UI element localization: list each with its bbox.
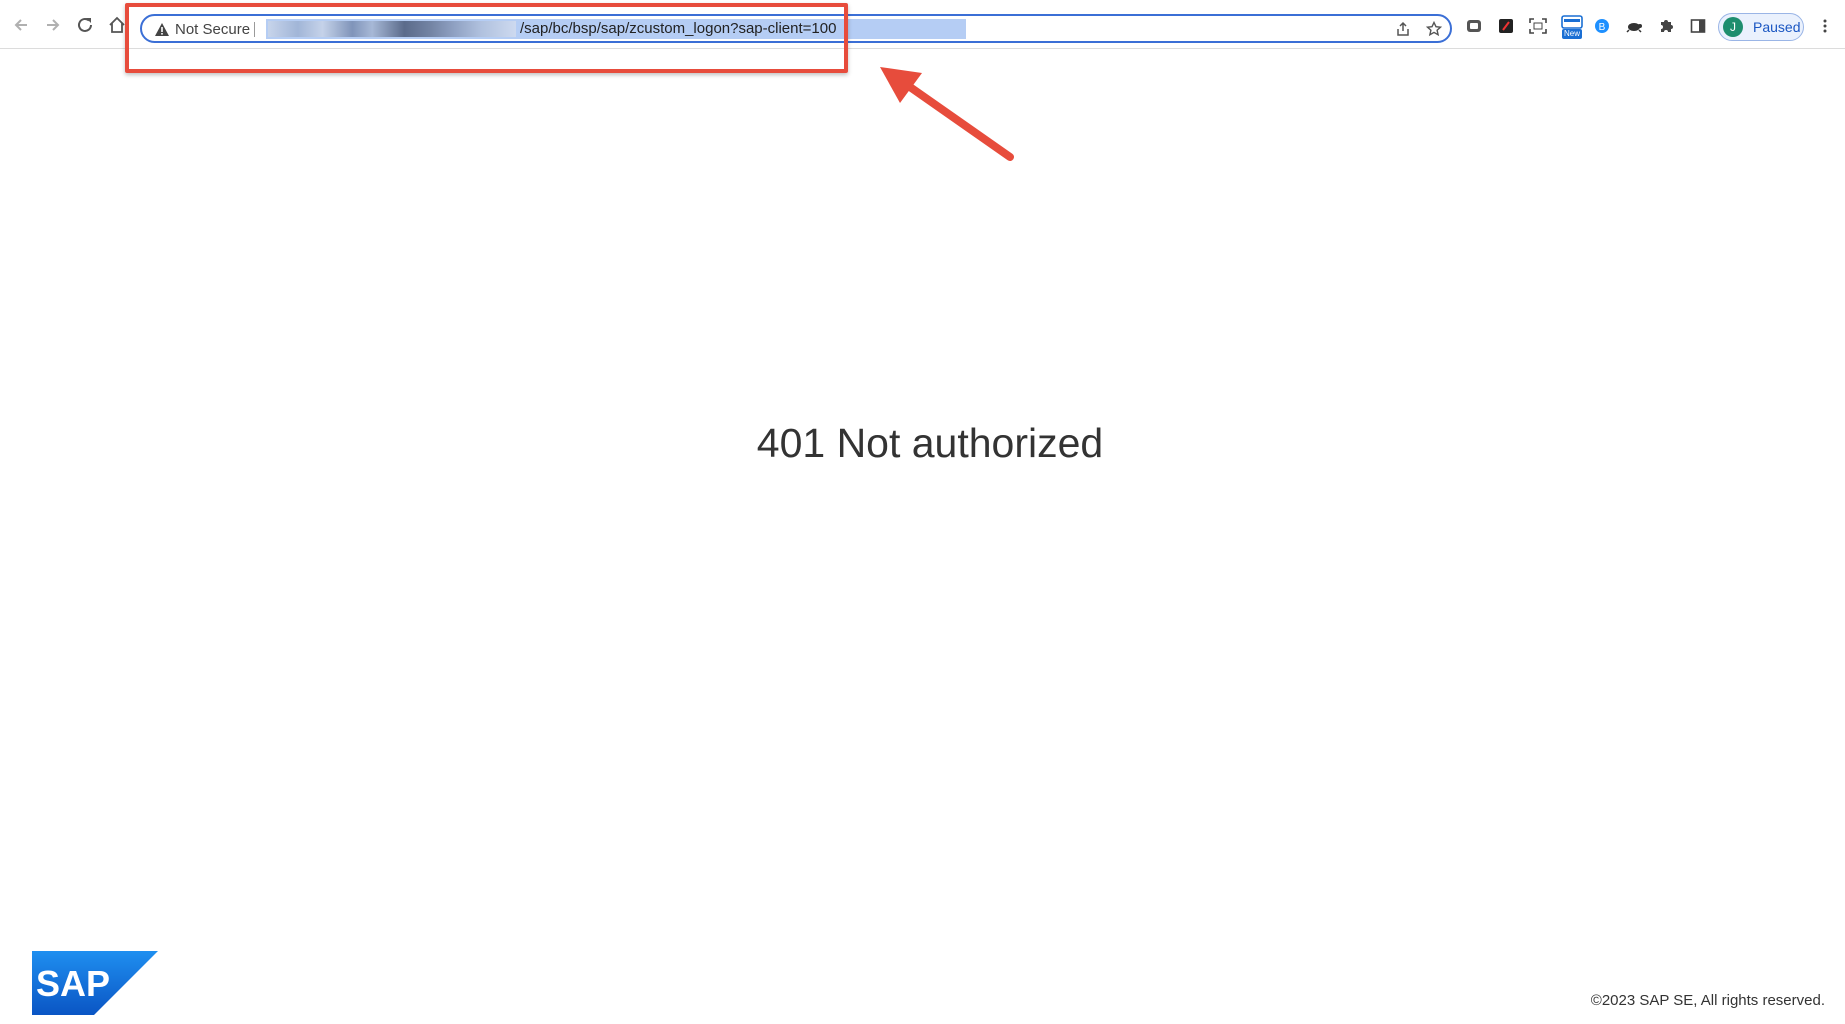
svg-text:B: B [1599,22,1606,33]
screenshot-icon[interactable] [1529,17,1547,35]
sap-logo: SAP [32,951,158,1015]
profile-status: Paused [1753,19,1801,35]
new-badge: New [1561,29,1582,39]
svg-text:SAP: SAP [36,963,110,1004]
bookmark-star-icon[interactable] [1426,21,1442,37]
extension-pocket-icon[interactable] [1465,17,1483,35]
back-button[interactable] [10,14,32,36]
extension-blue-circle-icon[interactable]: B [1593,17,1611,35]
extension-new-badge-icon[interactable]: New [1560,13,1584,41]
avatar: J [1723,17,1743,37]
profile-button[interactable]: J Paused [1718,13,1804,41]
home-icon [109,16,125,33]
side-panel-icon[interactable] [1689,17,1707,35]
forward-arrow-icon [47,19,60,31]
annotation-highlight-box [125,3,848,73]
copyright: ©2023 SAP SE, All rights reserved. [1590,992,1825,1009]
extension-turtle-icon[interactable] [1625,17,1643,35]
kebab-menu-icon[interactable] [1816,17,1834,35]
extension-red-icon[interactable] [1497,17,1515,35]
forward-button[interactable] [42,14,64,36]
back-arrow-icon [14,19,27,31]
puzzle-extensions-icon[interactable] [1657,17,1675,35]
error-message: 401 Not authorized [756,420,1104,466]
reload-button[interactable] [74,14,96,36]
annotation-arrow [880,67,1014,161]
reload-icon [78,17,92,32]
share-icon[interactable] [1395,21,1411,37]
